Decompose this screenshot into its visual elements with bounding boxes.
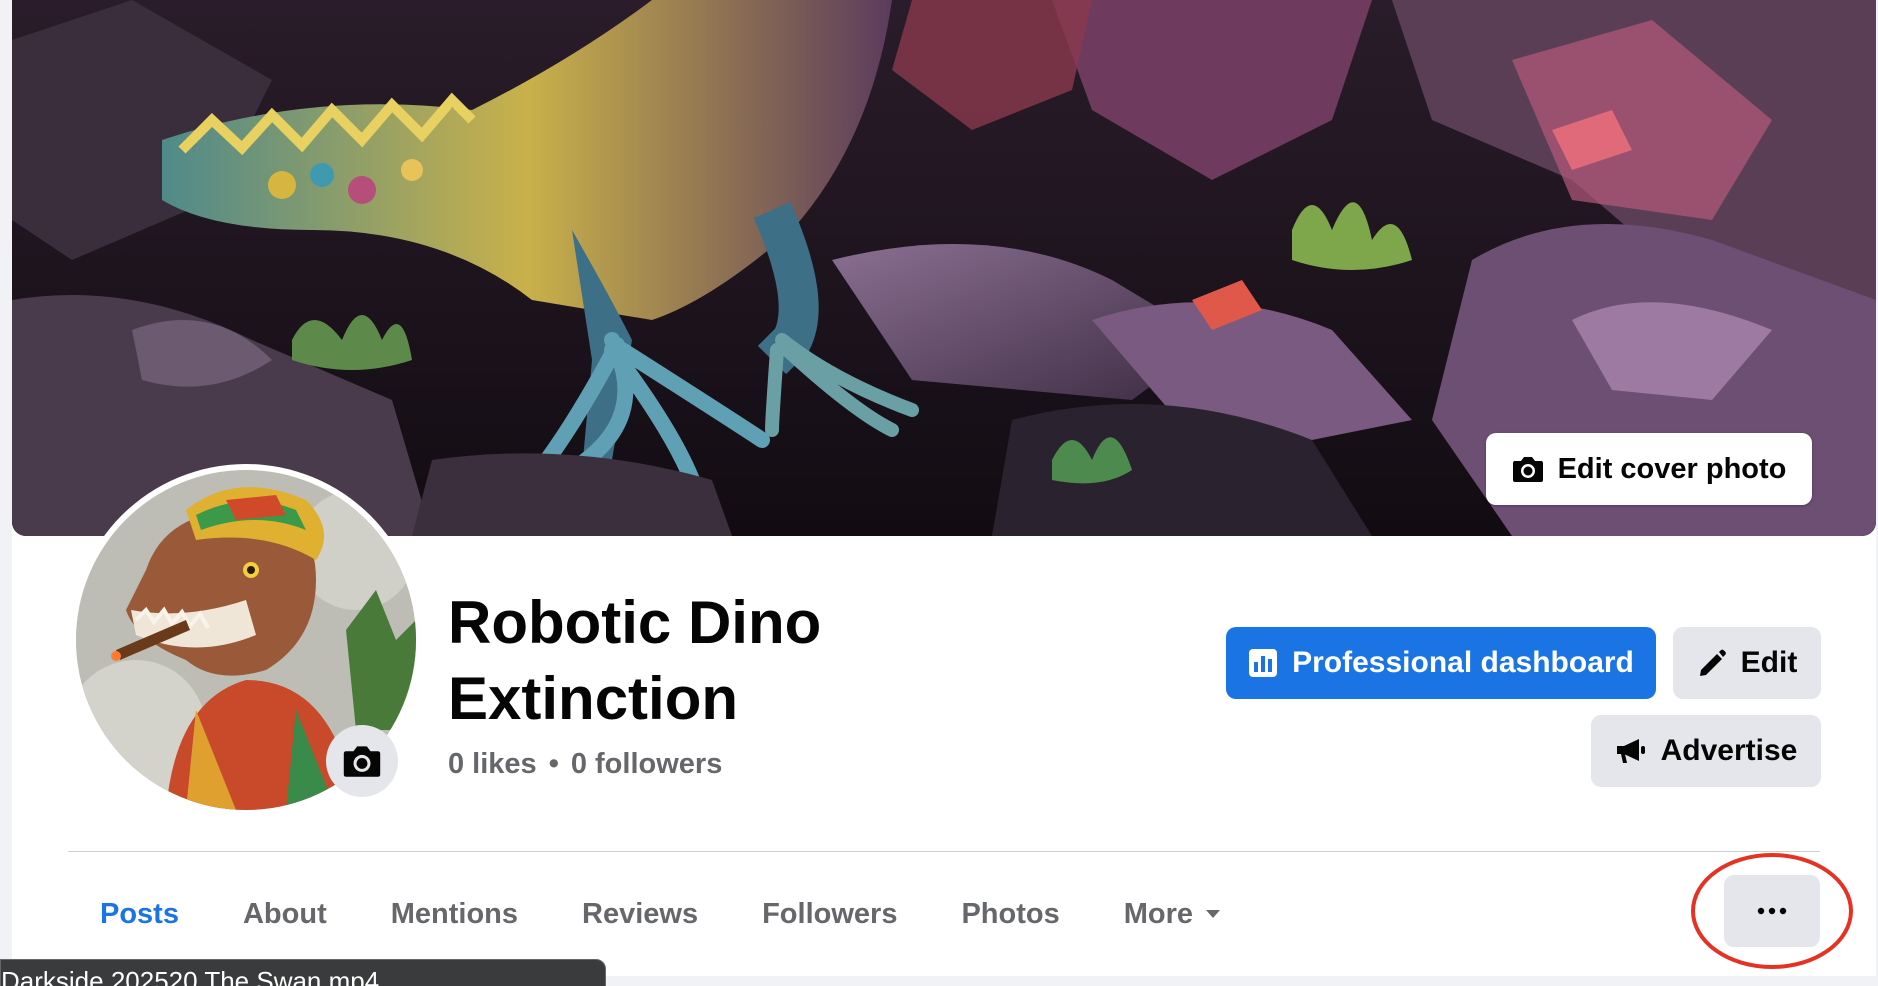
tab-about-label: About [242,897,327,930]
header-divider [68,851,1820,852]
edit-label: Edit [1740,646,1798,679]
page-stats: 0 likes • 0 followers [448,748,722,781]
tab-more-label: More [1123,897,1194,930]
advertise-button[interactable]: Advertise [1591,715,1821,787]
camera-icon [1512,457,1543,482]
tab-followers[interactable]: Followers [730,876,929,952]
file-tooltip: Darkside 202520 The Swan.mp4 [0,959,606,986]
megaphone-icon [1616,739,1645,763]
followers-count[interactable]: 0 followers [571,748,723,781]
dashboard-chart-icon [1249,649,1278,677]
profile-tabs: Posts About Mentions Reviews Followers P… [68,876,1253,952]
tab-reviews[interactable]: Reviews [550,876,730,952]
tab-photos[interactable]: Photos [929,876,1091,952]
tab-photos-label: Photos [961,897,1060,930]
tab-posts[interactable]: Posts [68,876,211,952]
caret-down-icon [1206,910,1221,918]
tooltip-text: Darkside 202520 The Swan.mp4 [1,966,380,986]
edit-cover-photo-button[interactable]: Edit cover photo [1486,433,1812,505]
tab-mentions-label: Mentions [390,897,519,930]
tab-more[interactable]: More [1092,876,1253,952]
more-options-button[interactable] [1724,875,1820,947]
advertise-label: Advertise [1660,734,1798,767]
update-profile-picture-button[interactable] [326,725,398,797]
professional-dashboard-label: Professional dashboard [1292,646,1634,679]
page-title: Robotic Dino Extinction [448,589,822,732]
pencil-icon [1699,649,1726,676]
likes-count[interactable]: 0 likes [448,748,537,781]
edit-cover-photo-label: Edit cover photo [1557,452,1787,485]
tab-posts-label: Posts [100,897,179,930]
camera-icon [343,746,381,777]
tab-about[interactable]: About [211,876,359,952]
facebook-page-profile: Edit cover photo Robotic Dino Extinction… [0,0,1878,986]
tab-reviews-label: Reviews [582,897,699,930]
tab-followers-label: Followers [762,897,898,930]
stats-separator: • [548,748,559,780]
ellipsis-icon [1757,907,1787,915]
tab-mentions[interactable]: Mentions [359,876,550,952]
edit-page-button[interactable]: Edit [1673,627,1821,699]
professional-dashboard-button[interactable]: Professional dashboard [1226,627,1656,699]
